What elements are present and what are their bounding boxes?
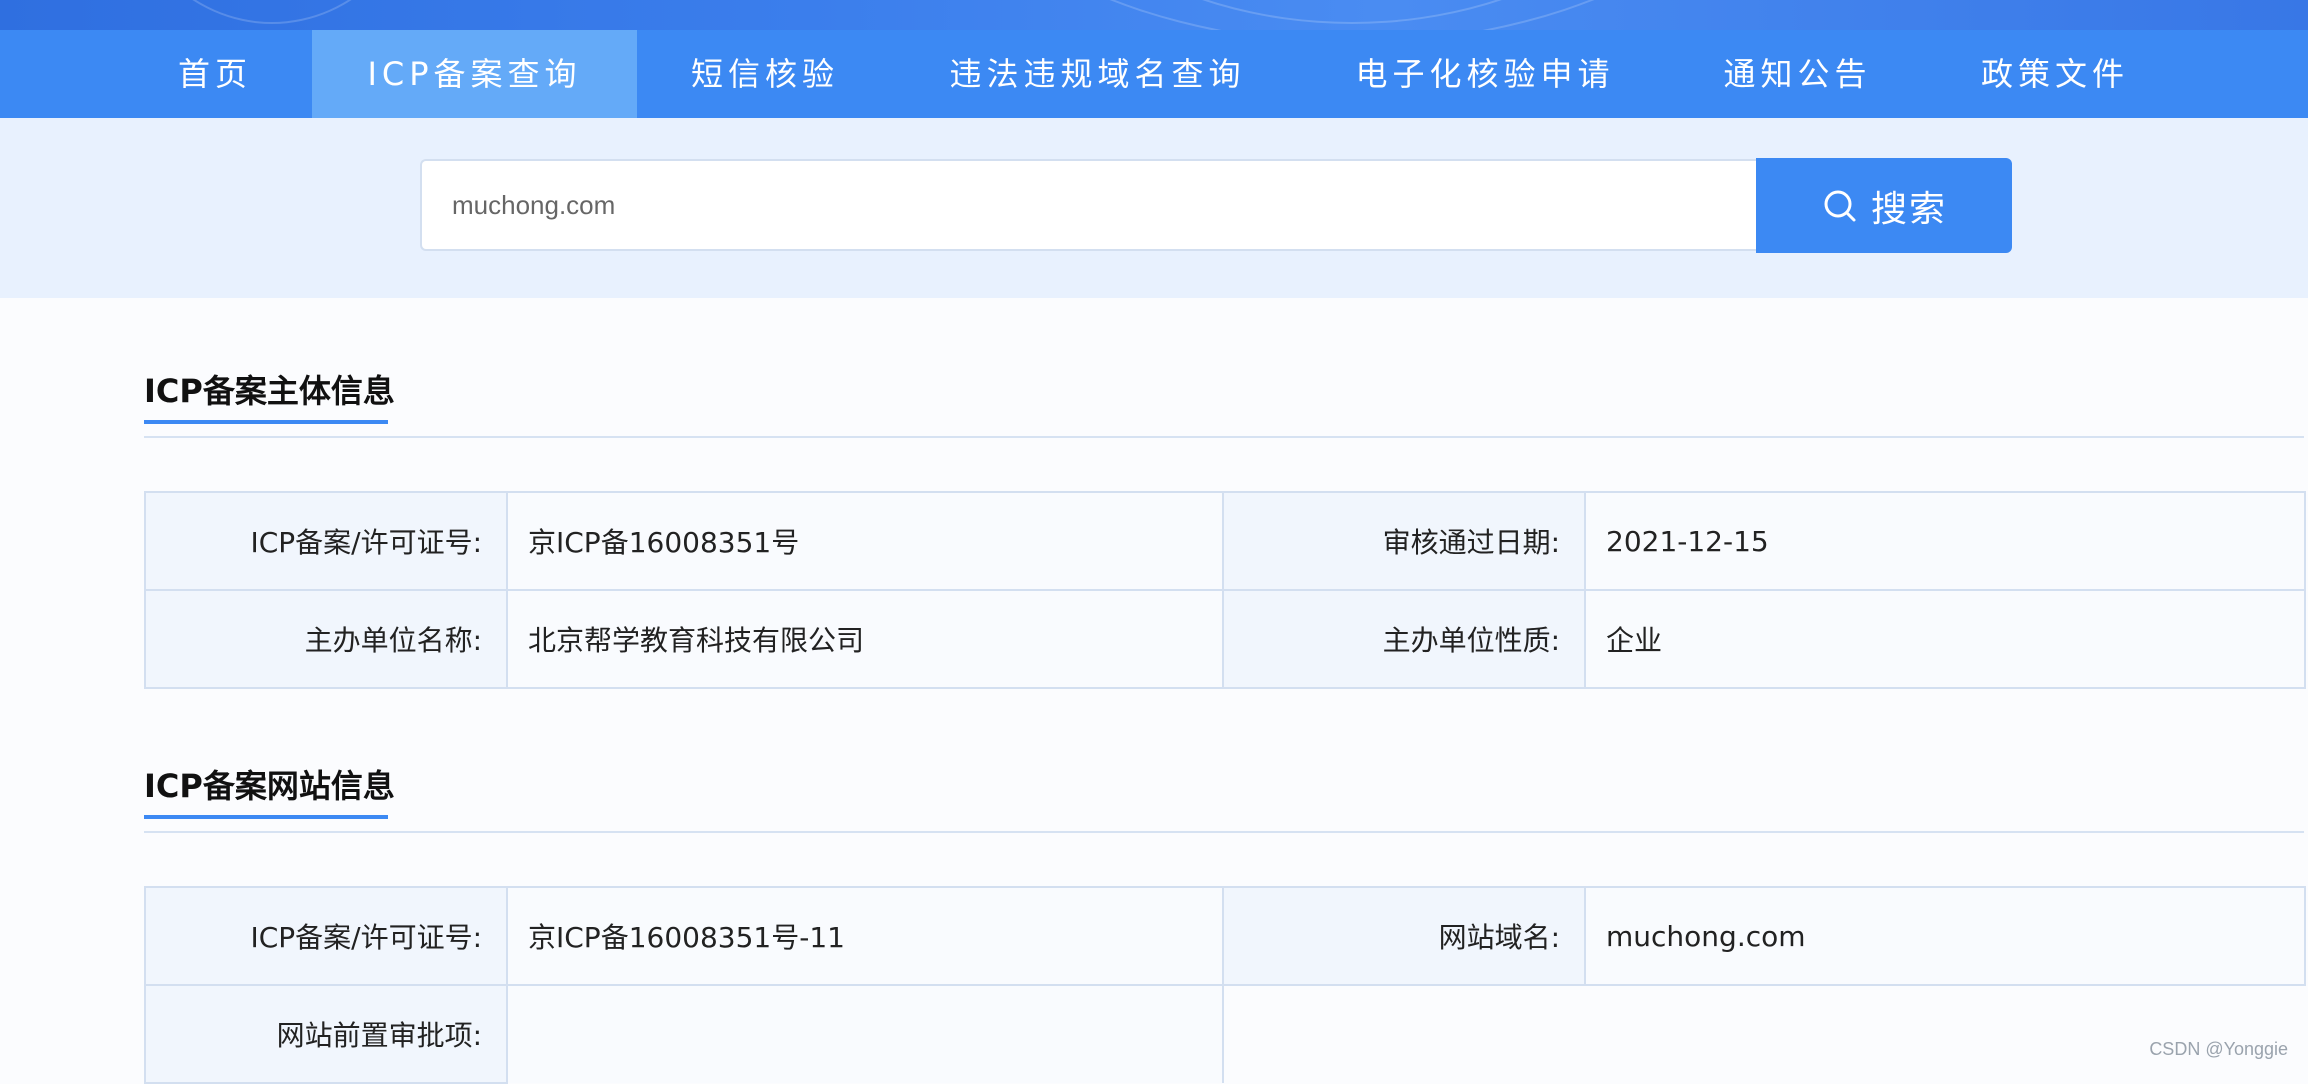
nav-item-electronic-verify-apply[interactable]: 电子化核验申请	[1345, 30, 1625, 118]
subject-approval-date-label: 审核通过日期:	[1223, 492, 1585, 590]
subject-section-divider	[144, 436, 2304, 438]
nav-item-icp-query[interactable]: ICP备案查询	[312, 30, 637, 118]
website-pre-approval-label: 网站前置审批项:	[145, 985, 507, 1083]
subject-organizer-type-label: 主办单位性质:	[1223, 590, 1585, 688]
search-icon	[1821, 187, 1859, 225]
subject-approval-date-value: 2021-12-15	[1585, 492, 2305, 590]
subject-organizer-type-value: 企业	[1585, 590, 2305, 688]
search-band: 搜索	[0, 118, 2308, 298]
subject-license-label: ICP备案/许可证号:	[145, 492, 507, 590]
table-row: ICP备案/许可证号: 京ICP备16008351号 审核通过日期: 2021-…	[145, 492, 2305, 590]
website-domain-value: muchong.com	[1585, 887, 2305, 985]
nav-item-sms-verify[interactable]: 短信核验	[660, 30, 870, 118]
table-row: ICP备案/许可证号: 京ICP备16008351号-11 网站域名: much…	[145, 887, 2305, 985]
website-section-divider	[144, 831, 2304, 833]
subject-organizer-name-label: 主办单位名称:	[145, 590, 507, 688]
subject-license-value: 京ICP备16008351号	[507, 492, 1223, 590]
website-section-title-underline	[144, 815, 388, 819]
search-input[interactable]	[420, 159, 1756, 251]
subject-section-title: ICP备案主体信息	[144, 366, 395, 412]
search-button[interactable]: 搜索	[1756, 158, 2012, 253]
nav-item-notices[interactable]: 通知公告	[1705, 30, 1890, 118]
nav-item-policy-docs[interactable]: 政策文件	[1960, 30, 2150, 118]
search-button-label: 搜索	[1871, 180, 1947, 232]
website-section-title: ICP备案网站信息	[144, 761, 395, 807]
subject-info-table: ICP备案/许可证号: 京ICP备16008351号 审核通过日期: 2021-…	[144, 491, 2306, 689]
nav-item-home[interactable]: 首页	[140, 30, 290, 118]
website-license-value: 京ICP备16008351号-11	[507, 887, 1223, 985]
main-nav-bar: 首页 ICP备案查询 短信核验 违法违规域名查询 电子化核验申请 通知公告 政策…	[0, 30, 2308, 118]
website-license-label: ICP备案/许可证号:	[145, 887, 507, 985]
top-banner-strip	[0, 0, 2308, 30]
website-info-table: ICP备案/许可证号: 京ICP备16008351号-11 网站域名: much…	[144, 886, 2306, 1084]
subject-section-title-underline	[144, 420, 388, 424]
table-empty-cell	[1223, 985, 2305, 1083]
table-row: 网站前置审批项:	[145, 985, 2305, 1083]
website-domain-label: 网站域名:	[1223, 887, 1585, 985]
watermark: CSDN @Yonggie	[2149, 1039, 2288, 1060]
nav-item-illegal-domain-query[interactable]: 违法违规域名查询	[930, 30, 1265, 118]
table-row: 主办单位名称: 北京帮学教育科技有限公司 主办单位性质: 企业	[145, 590, 2305, 688]
subject-organizer-name-value: 北京帮学教育科技有限公司	[507, 590, 1223, 688]
website-pre-approval-value	[507, 985, 1223, 1083]
